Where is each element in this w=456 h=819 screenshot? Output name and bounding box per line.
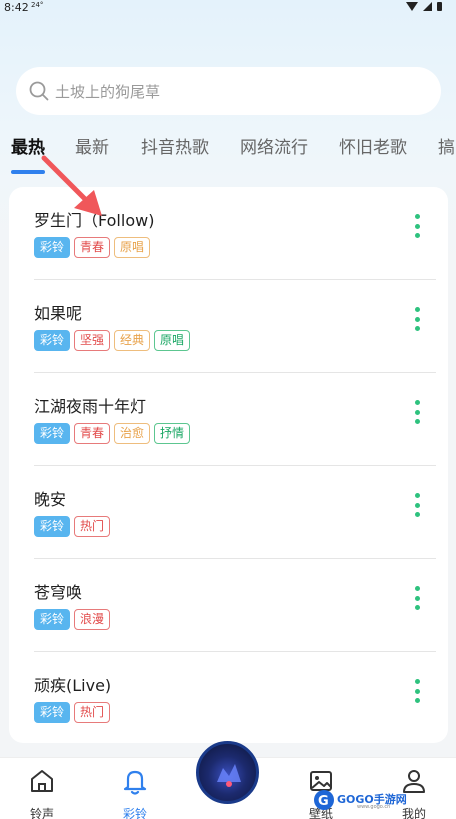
tag: 彩铃 [34,423,71,444]
battery-icon [437,2,442,11]
more-options-icon[interactable] [414,400,420,424]
song-title: 晚安 [34,490,67,509]
list-item[interactable]: 晚安 彩铃 热门 [9,466,448,559]
tag-row: 彩铃 热门 [34,702,111,723]
more-options-icon[interactable] [414,586,420,610]
list-item[interactable]: 苍穹唤 彩铃 浪漫 [9,559,448,652]
tag: 治愈 [114,423,151,444]
tag: 青春 [74,423,111,444]
watermark-subtext: www.gogo.cn [357,804,391,810]
list-item[interactable]: 如果呢 彩铃 坚强 经典 原唱 [9,280,448,373]
tag: 彩铃 [34,330,71,351]
tag: 青春 [74,237,111,258]
tag-row: 彩铃 坚强 经典 原唱 [34,330,191,351]
song-list: 罗生门（Follow) 彩铃 青春 原唱 如果呢 彩铃 坚强 经典 原唱 江湖夜… [9,187,448,743]
status-time: 8:42 [4,1,29,14]
tag: 原唱 [114,237,151,258]
now-playing-disc[interactable] [196,741,259,804]
nav-label: 彩铃 [122,807,147,819]
tab-internet-popular[interactable]: 网络流行 [240,133,308,158]
song-title: 如果呢 [34,304,83,323]
more-options-icon[interactable] [414,307,420,331]
tab-funny[interactable]: 搞 [438,133,455,158]
search-input[interactable]: 土坡上的狗尾草 [16,67,441,115]
status-temperature: 24° [31,1,44,9]
status-bar: 8:42 24° [0,0,456,16]
song-title: 江湖夜雨十年灯 [34,397,147,416]
tag: 抒情 [154,423,191,444]
home-icon [31,770,53,792]
list-item[interactable]: 江湖夜雨十年灯 彩铃 青春 治愈 抒情 [9,373,448,466]
tag-row: 彩铃 青春 治愈 抒情 [34,423,191,444]
status-icons [406,2,442,11]
nav-item-ringtones[interactable]: 铃声 [12,766,72,819]
tag: 彩铃 [34,702,71,723]
watermark-logo: G GOGO手游网 www.gogo.cn [313,788,433,812]
svg-text:G: G [318,794,329,809]
signal-icon [423,2,432,11]
tab-douyin-hits[interactable]: 抖音热歌 [141,133,209,158]
tag: 原唱 [154,330,191,351]
list-item[interactable]: 顽疾(Live) 彩铃 热门 [9,652,448,743]
tag: 浪漫 [74,609,111,630]
more-options-icon[interactable] [414,493,420,517]
nav-label: 铃声 [29,807,54,819]
wifi-icon [406,2,418,11]
more-options-icon[interactable] [414,679,420,703]
tag: 热门 [74,702,111,723]
tag: 热门 [74,516,111,537]
tag: 彩铃 [34,237,71,258]
more-options-icon[interactable] [414,214,420,238]
annotation-arrow-icon [41,155,102,216]
tag: 彩铃 [34,609,71,630]
tag: 彩铃 [34,516,71,537]
tab-nostalgic[interactable]: 怀旧老歌 [339,133,407,158]
tag-row: 彩铃 浪漫 [34,609,111,630]
watermark-icon: G [314,790,334,810]
search-placeholder: 土坡上的狗尾草 [55,82,161,101]
tag-row: 彩铃 青春 原唱 [34,237,151,258]
tag-row: 彩铃 热门 [34,516,111,537]
tag: 坚强 [74,330,111,351]
song-title: 顽疾(Live) [34,676,112,695]
bell-icon [123,770,147,795]
song-title: 苍穹唤 [34,583,83,602]
album-art-icon [217,764,241,787]
tag: 经典 [114,330,151,351]
search-icon [29,81,49,101]
nav-item-color-ring[interactable]: 彩铃 [105,766,165,819]
